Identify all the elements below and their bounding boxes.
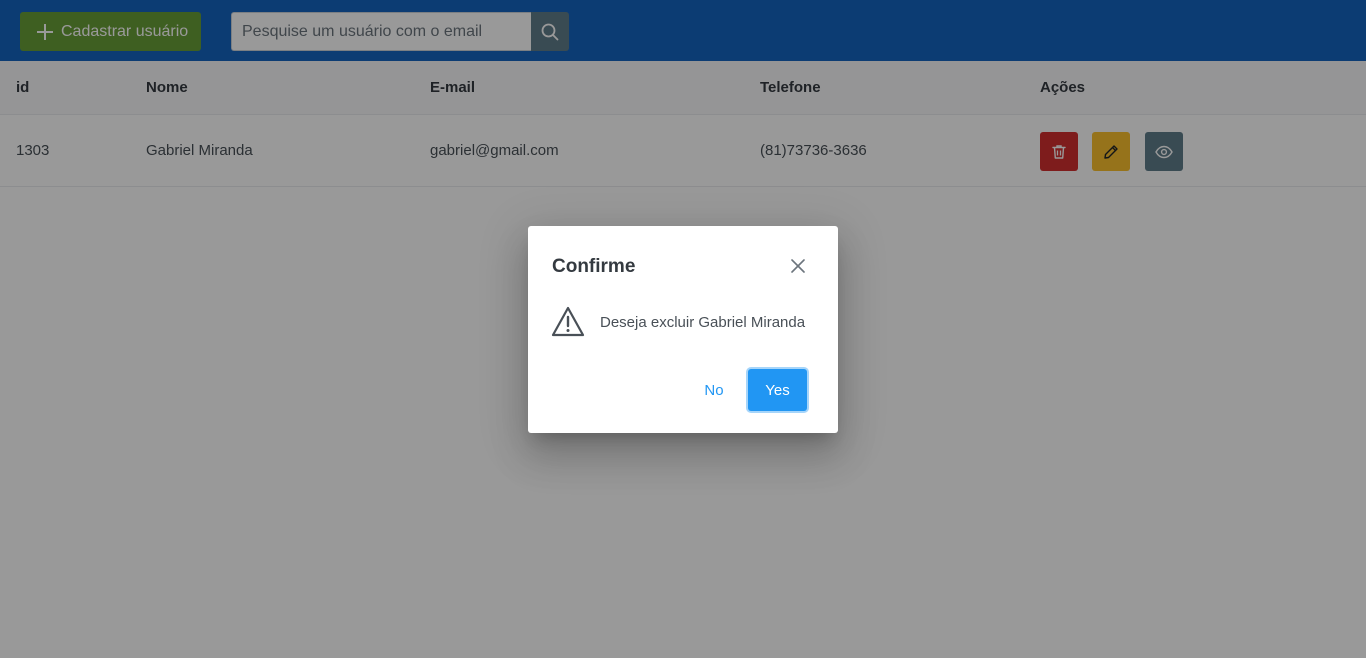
- close-icon: [791, 259, 805, 273]
- confirm-dialog: Confirme Deseja excluir Gabriel Miranda …: [528, 226, 838, 433]
- dialog-close-button[interactable]: [786, 254, 810, 278]
- app-root: Cadastrar usuário id Nome E-mail Telefon…: [0, 0, 1366, 658]
- dialog-message: Deseja excluir Gabriel Miranda: [600, 314, 806, 331]
- warning-triangle-icon: [551, 306, 585, 338]
- yes-button[interactable]: Yes: [748, 369, 807, 411]
- no-button[interactable]: No: [692, 370, 736, 410]
- dialog-title: Confirme: [552, 256, 636, 277]
